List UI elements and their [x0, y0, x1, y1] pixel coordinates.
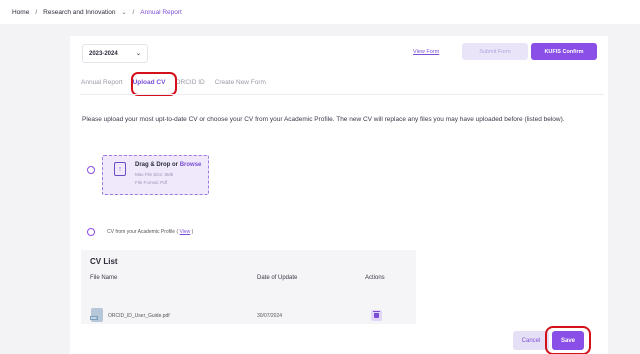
tabs-divider: [80, 94, 604, 95]
pdf-badge: PDF: [90, 316, 98, 320]
breadcrumb-research[interactable]: Research and Innovation: [43, 9, 115, 16]
pdf-file-icon: PDF: [90, 308, 103, 322]
breadcrumb-separator: /: [132, 8, 135, 16]
upload-file-icon: ↑: [114, 162, 126, 176]
profile-option-radio[interactable]: [87, 228, 95, 236]
column-header-date: Date of Update: [257, 275, 298, 281]
cv-file-name[interactable]: ORCID_ID_User_Guide.pdf: [108, 313, 170, 319]
breadcrumb-separator: /: [35, 8, 38, 16]
year-select[interactable]: 2023-2024 ⌄: [82, 44, 148, 63]
tab-bar: Annual Report Upload CV ORCID ID Create …: [81, 79, 276, 86]
highlight-circle-upload-cv: [131, 72, 177, 96]
delete-cv-button[interactable]: [371, 310, 382, 321]
trash-icon: [373, 311, 380, 318]
column-header-file-name: File Name: [90, 275, 118, 281]
dropzone-title: Drag & Drop or Browse: [135, 162, 202, 168]
chevron-down-icon[interactable]: ⌄: [121, 9, 126, 16]
file-dropzone[interactable]: ↑ Drag & Drop or Browse Max File Size: 5…: [102, 155, 209, 195]
upload-option-radio[interactable]: [87, 166, 95, 174]
submit-form-button[interactable]: Submit Form: [462, 43, 528, 60]
breadcrumb-current: Annual Report: [140, 8, 182, 16]
cv-list-title: CV List: [90, 257, 118, 266]
breadcrumb-home[interactable]: Home: [12, 9, 29, 16]
dropzone-format: File Format: Pdf: [135, 180, 168, 185]
cv-list-panel: CV List File Name Date of Update Actions…: [81, 250, 416, 324]
kufis-confirm-button[interactable]: KUFIS Confirm: [531, 43, 597, 60]
upload-instruction: Please upload your most upt-to-date CV o…: [82, 116, 565, 123]
cancel-button[interactable]: Cancel: [513, 331, 549, 350]
year-select-value: 2023-2024: [89, 50, 118, 57]
highlight-circle-save: [545, 326, 591, 354]
tab-create-new-form[interactable]: Create New Form: [215, 79, 266, 86]
tab-orcid-id[interactable]: ORCID ID: [175, 79, 204, 86]
breadcrumb: Home / Research and Innovation ⌄ / Annua…: [0, 0, 640, 24]
view-profile-cv-link[interactable]: View: [180, 229, 191, 235]
dropzone-max-size: Max File Size: 5Mb: [135, 172, 174, 177]
view-form-link[interactable]: View Form: [413, 49, 439, 55]
profile-option-label: CV from your Academic Profile ( View ): [107, 229, 194, 235]
browse-link[interactable]: Browse: [180, 162, 202, 168]
column-header-actions: Actions: [365, 275, 385, 281]
cv-date-updated: 30/07/2024: [257, 313, 283, 319]
tab-annual-report[interactable]: Annual Report: [81, 79, 123, 86]
main-card: 2023-2024 ⌄ View Form Submit Form KUFIS …: [70, 36, 608, 354]
chevron-down-icon: ⌄: [135, 51, 141, 57]
